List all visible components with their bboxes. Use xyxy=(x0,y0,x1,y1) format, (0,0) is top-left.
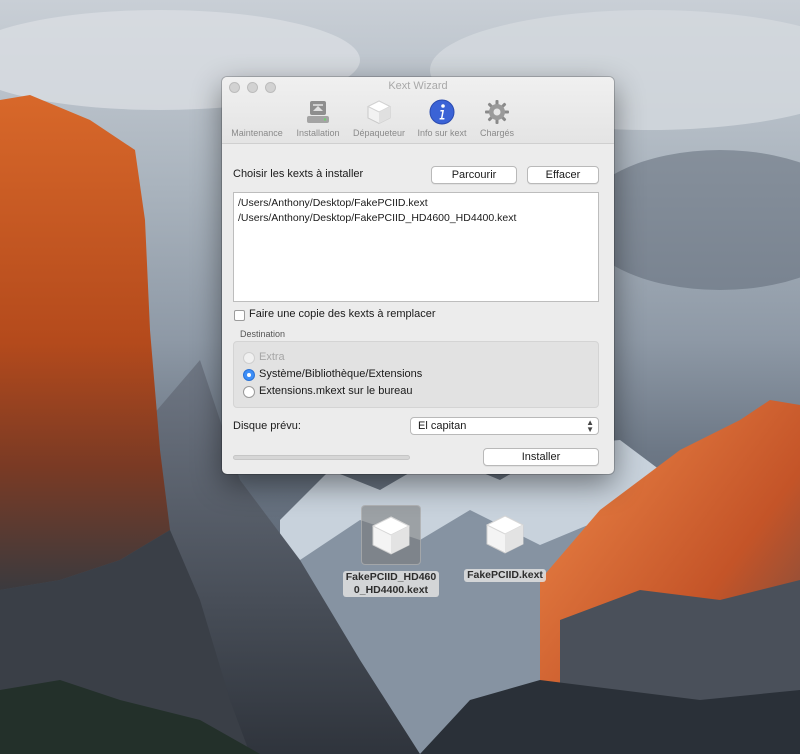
kext-bundle-icon xyxy=(476,505,534,563)
desktop-file-fakepciid-hd4600[interactable]: FakePCIID_HD460 0_HD4400.kext xyxy=(336,505,446,598)
package-icon xyxy=(366,100,392,125)
info-icon xyxy=(429,99,455,125)
toolbar-charges[interactable]: Chargés xyxy=(463,98,531,138)
install-button[interactable]: Installer xyxy=(483,448,599,466)
install-progress-bar xyxy=(233,455,410,460)
target-disk-select[interactable]: El capitan ▲ ▼ xyxy=(410,417,599,435)
radio-extra-label: Extra xyxy=(259,351,285,363)
copy-kexts-label: Faire une copie des kexts à remplacer xyxy=(249,308,436,320)
chevron-updown-icon: ▲ ▼ xyxy=(586,418,594,434)
copy-kexts-checkbox[interactable] xyxy=(234,310,245,321)
desktop-file-fakepciid[interactable]: FakePCIID.kext xyxy=(455,505,555,583)
desktop-file-name: FakePCIID_HD460 0_HD4400.kext xyxy=(342,571,440,597)
toolbar-maintenance[interactable]: Maintenance xyxy=(223,98,291,138)
target-disk-value: El capitan xyxy=(418,420,467,432)
browse-button[interactable]: Parcourir xyxy=(431,166,517,184)
radio-mkext-desktop-label[interactable]: Extensions.mkext sur le bureau xyxy=(259,385,412,397)
maintenance-icon xyxy=(243,98,271,126)
toolbar-label: Chargés xyxy=(479,128,515,138)
kext-file-list[interactable]: /Users/Anthony/Desktop/FakePCIID.kext /U… xyxy=(233,192,599,302)
radio-system-extensions[interactable] xyxy=(243,369,255,381)
desktop-file-name: FakePCIID.kext xyxy=(464,569,546,582)
radio-extra xyxy=(243,352,255,364)
radio-mkext-desktop[interactable] xyxy=(243,386,255,398)
list-item[interactable]: /Users/Anthony/Desktop/FakePCIID.kext xyxy=(234,196,598,211)
toolbar-label: Installation xyxy=(296,128,340,138)
kext-wizard-window: Kext Wizard Maintenance Installation Dép… xyxy=(222,77,614,474)
toolbar-label: Dépaqueteur xyxy=(352,128,406,138)
destination-group: Extra Système/Bibliothèque/Extensions Ex… xyxy=(233,341,599,408)
clear-button[interactable]: Effacer xyxy=(527,166,599,184)
radio-system-extensions-label[interactable]: Système/Bibliothèque/Extensions xyxy=(259,368,422,380)
list-item[interactable]: /Users/Anthony/Desktop/FakePCIID_HD4600_… xyxy=(234,211,598,226)
choose-kexts-label: Choisir les kexts à installer xyxy=(233,168,364,180)
toolbar-label: Maintenance xyxy=(231,128,283,138)
window-title: Kext Wizard xyxy=(388,80,448,92)
destination-label: Destination xyxy=(240,329,286,339)
title-bar[interactable]: Kext Wizard Maintenance Installation Dép… xyxy=(222,77,614,144)
toolbar-depaqueteur[interactable]: Dépaqueteur xyxy=(345,98,413,138)
target-disk-label: Disque prévu: xyxy=(233,420,301,432)
gear-icon xyxy=(485,100,509,124)
kext-bundle-icon xyxy=(361,505,421,565)
disk-drive-icon xyxy=(307,101,329,123)
toolbar-installation[interactable]: Installation xyxy=(284,98,352,138)
